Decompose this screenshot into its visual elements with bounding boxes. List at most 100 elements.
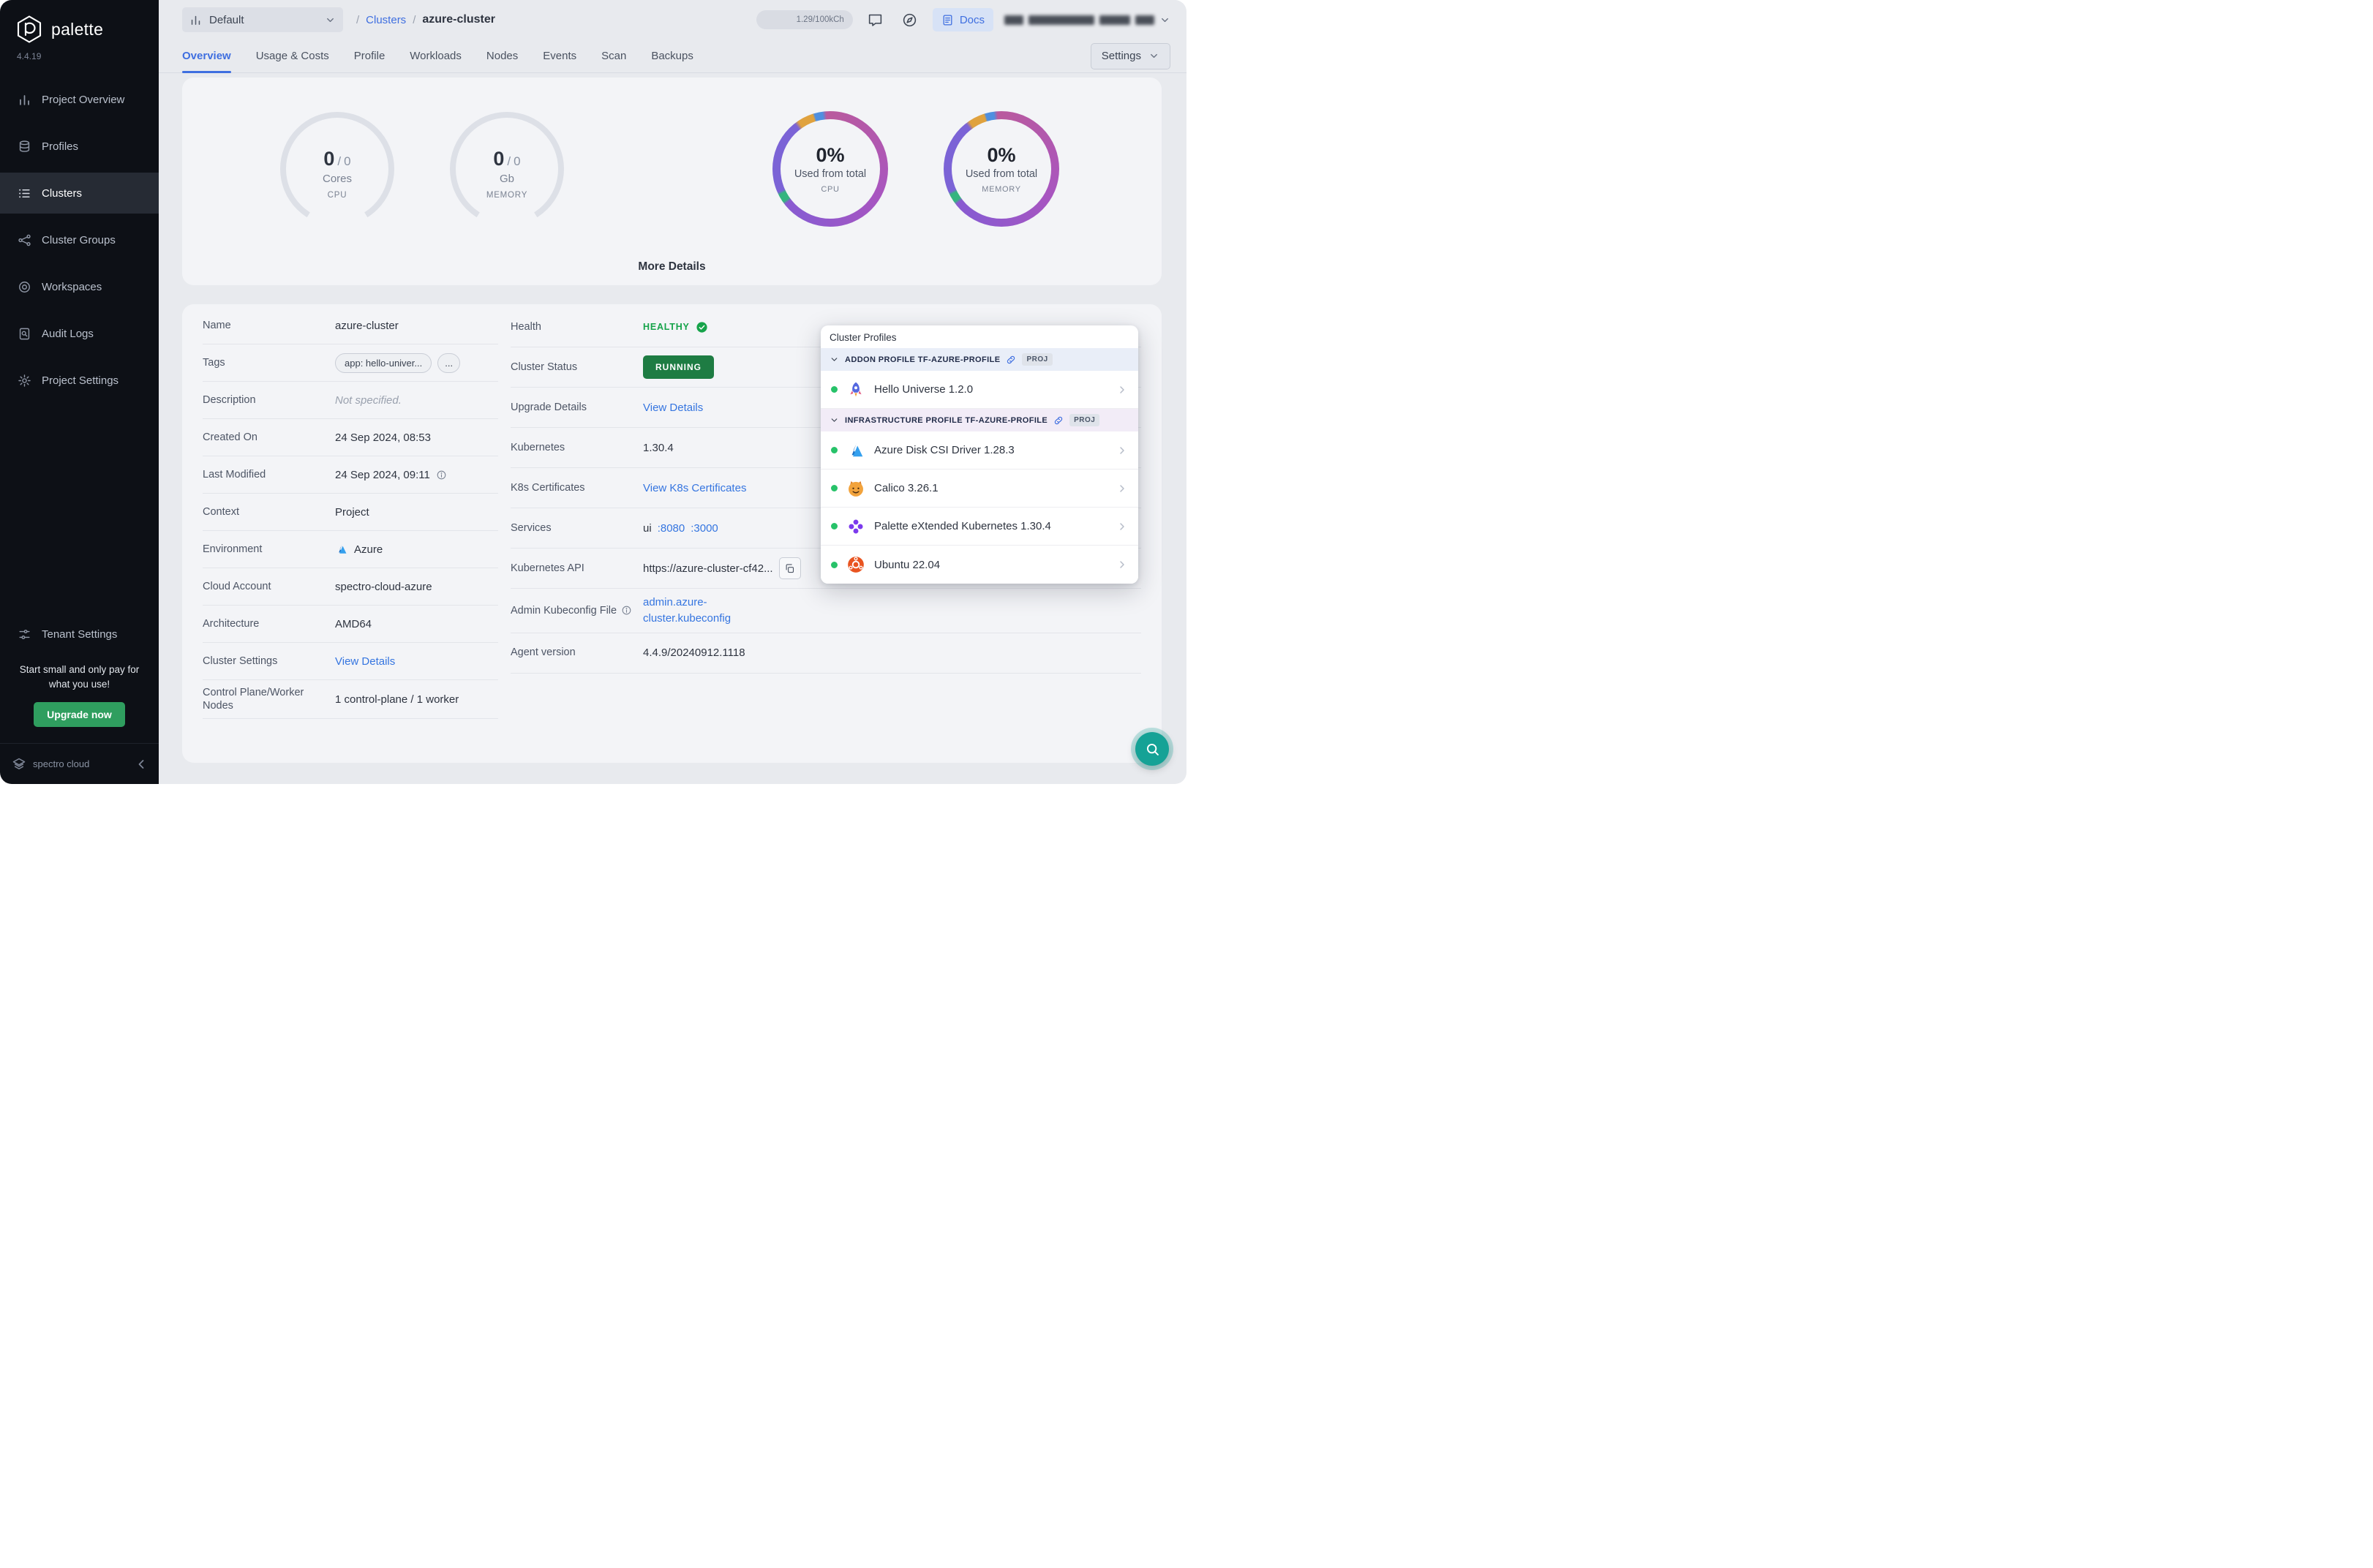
detail-label: Last Modified bbox=[203, 468, 266, 480]
profile-section-addon[interactable]: ADDON PROFILE TF-AZURE-PROFILE PROJ bbox=[821, 348, 1138, 371]
more-details-button[interactable]: More Details bbox=[638, 260, 705, 274]
check-circle-icon bbox=[696, 321, 708, 333]
upgrade-now-button[interactable]: Upgrade now bbox=[34, 702, 125, 727]
sidebar-item-project-settings[interactable]: Project Settings bbox=[0, 360, 159, 401]
profile-item-name: Hello Universe 1.2.0 bbox=[874, 383, 974, 396]
copilot-button[interactable] bbox=[898, 8, 922, 31]
upgrade-details-link[interactable]: View Details bbox=[643, 402, 703, 414]
profile-item-palette-extended-kubernetes-1-30-4[interactable]: Palette eXtended Kubernetes 1.30.4 bbox=[821, 508, 1138, 546]
donut-caption: MEMORY bbox=[982, 185, 1021, 194]
tab-events[interactable]: Events bbox=[543, 39, 576, 72]
chat-button[interactable] bbox=[864, 8, 887, 31]
detail-value-cell: admin.azure-cluster.kubeconfig bbox=[643, 595, 1141, 627]
detail-value: 24 Sep 2024, 08:53 bbox=[335, 431, 431, 444]
tab-bar: Overview Usage & Costs Profile Workloads… bbox=[159, 39, 1186, 73]
sidebar-item-workspaces[interactable]: Workspaces bbox=[0, 266, 159, 307]
profile-item-hello-universe-1-2-0[interactable]: Hello Universe 1.2.0 bbox=[821, 371, 1138, 409]
k8s-certificates-link[interactable]: View K8s Certificates bbox=[643, 482, 746, 494]
sidebar-item-clusters[interactable]: Clusters bbox=[0, 173, 159, 214]
info-icon[interactable] bbox=[436, 470, 447, 480]
sidebar-item-label: Profiles bbox=[42, 140, 79, 153]
sidebar-item-profiles[interactable]: Profiles bbox=[0, 126, 159, 167]
tab-nodes[interactable]: Nodes bbox=[486, 39, 518, 72]
profile-section-name: INFRASTRUCTURE PROFILE TF-AZURE-PROFILE bbox=[845, 415, 1048, 425]
sidebar-item-audit-logs[interactable]: Audit Logs bbox=[0, 313, 159, 354]
tab-usage-costs[interactable]: Usage & Costs bbox=[256, 39, 329, 72]
sidebar-item-label: Workspaces bbox=[42, 280, 102, 293]
detail-value-cell: Azure bbox=[335, 543, 498, 556]
detail-value-cell: app: hello-univer...... bbox=[335, 353, 498, 373]
detail-row-name: Name azure-cluster bbox=[203, 307, 498, 344]
sidebar-collapse-button[interactable] bbox=[134, 757, 148, 772]
chev-right-icon bbox=[1116, 521, 1128, 532]
donut-label: Used from total bbox=[794, 168, 867, 180]
project-selector[interactable]: Default bbox=[182, 7, 343, 32]
kubeconfig-link[interactable]: admin.azure-cluster.kubeconfig bbox=[643, 595, 742, 627]
chevron-left-icon bbox=[134, 757, 148, 772]
tab-workloads[interactable]: Workloads bbox=[410, 39, 462, 72]
detail-value-cell: 24 Sep 2024, 08:53 bbox=[335, 431, 498, 444]
cluster-settings-link[interactable]: View Details bbox=[335, 655, 395, 668]
info-icon[interactable] bbox=[621, 605, 632, 616]
detail-label: Created On bbox=[203, 431, 257, 443]
link-icon[interactable] bbox=[1053, 415, 1064, 426]
sidebar-item-tenant-settings[interactable]: Tenant Settings bbox=[0, 617, 159, 652]
nodes-icon bbox=[18, 233, 31, 247]
content-area: 0/0 Cores CPU 0/0 Gb MEMORY 0% Used from… bbox=[159, 73, 1186, 784]
cpu-gauge: 0/0 Cores CPU bbox=[280, 112, 394, 226]
sidebar-item-label: Project Overview bbox=[42, 93, 125, 106]
detail-value-cell: azure-cluster bbox=[335, 320, 498, 332]
service-port-link[interactable]: :8080 bbox=[658, 522, 685, 535]
status-dot bbox=[831, 561, 838, 568]
breadcrumb-separator: / bbox=[413, 13, 416, 26]
detail-label: Admin Kubeconfig File bbox=[511, 604, 643, 617]
sidebar-item-label: Project Settings bbox=[42, 374, 119, 387]
detail-value: 24 Sep 2024, 09:11 bbox=[335, 468, 430, 481]
sidebar-item-label: Cluster Groups bbox=[42, 233, 116, 246]
docs-label: Docs bbox=[959, 13, 985, 26]
detail-row-cluster-settings: Cluster Settings View Details bbox=[203, 643, 498, 680]
sidebar-item-cluster-groups[interactable]: Cluster Groups bbox=[0, 219, 159, 260]
chev-right-icon bbox=[1116, 445, 1128, 456]
main-area: Default / Clusters / azure-cluster 1.29/… bbox=[159, 0, 1186, 784]
profile-section-infra[interactable]: INFRASTRUCTURE PROFILE TF-AZURE-PROFILE … bbox=[821, 409, 1138, 431]
detail-label: Health bbox=[511, 320, 541, 333]
profile-item-ubuntu-22-04[interactable]: Ubuntu 22.04 bbox=[821, 546, 1138, 584]
breadcrumb-separator: / bbox=[356, 13, 360, 26]
tab-overview[interactable]: Overview bbox=[182, 39, 231, 73]
donut-percent: 0% bbox=[987, 144, 1016, 166]
top-header: Default / Clusters / azure-cluster 1.29/… bbox=[159, 0, 1186, 39]
search-fab-button[interactable] bbox=[1135, 732, 1169, 766]
sidebar-item-project-overview[interactable]: Project Overview bbox=[0, 79, 159, 120]
tabs: Overview Usage & Costs Profile Workloads… bbox=[182, 39, 693, 73]
account-menu[interactable] bbox=[1004, 15, 1170, 26]
detail-label: Cluster Status bbox=[511, 361, 578, 373]
redacted-account-info bbox=[1099, 15, 1130, 25]
docs-button[interactable]: Docs bbox=[932, 8, 993, 31]
settings-button[interactable]: Settings bbox=[1090, 42, 1170, 69]
breadcrumb-clusters-link[interactable]: Clusters bbox=[366, 14, 406, 26]
detail-value: AMD64 bbox=[335, 617, 372, 630]
detail-value-cell: AMD64 bbox=[335, 618, 498, 630]
service-port-link[interactable]: :3000 bbox=[691, 522, 718, 535]
tags-overflow-chip[interactable]: ... bbox=[437, 353, 461, 373]
copy-button[interactable] bbox=[778, 557, 801, 579]
kubernetes-api-url: https://azure-cluster-cf42... bbox=[643, 562, 773, 575]
detail-value: 1 control-plane / 1 worker bbox=[335, 693, 459, 706]
tab-label: Scan bbox=[601, 50, 627, 62]
tab-scan[interactable]: Scan bbox=[601, 39, 626, 72]
profile-item-calico-3-26-1[interactable]: Calico 3.26.1 bbox=[821, 470, 1138, 508]
tab-profile[interactable]: Profile bbox=[354, 39, 386, 72]
detail-value: 1.30.4 bbox=[643, 441, 674, 454]
link-icon[interactable] bbox=[1006, 355, 1016, 365]
compass-icon bbox=[902, 12, 917, 28]
profile-item-name: Ubuntu 22.04 bbox=[874, 558, 941, 571]
profile-item-azure-disk-csi-driver-1-28-3[interactable]: Azure Disk CSI Driver 1.28.3 bbox=[821, 431, 1138, 470]
tab-backups[interactable]: Backups bbox=[651, 39, 693, 72]
chevron-down-icon bbox=[1159, 15, 1170, 26]
tab-label: Nodes bbox=[486, 50, 519, 62]
hello-universe-icon bbox=[846, 380, 865, 399]
detail-label: K8s Certificates bbox=[511, 481, 585, 494]
details-left-column: Name azure-cluster Tags app: hello-unive… bbox=[203, 307, 498, 720]
